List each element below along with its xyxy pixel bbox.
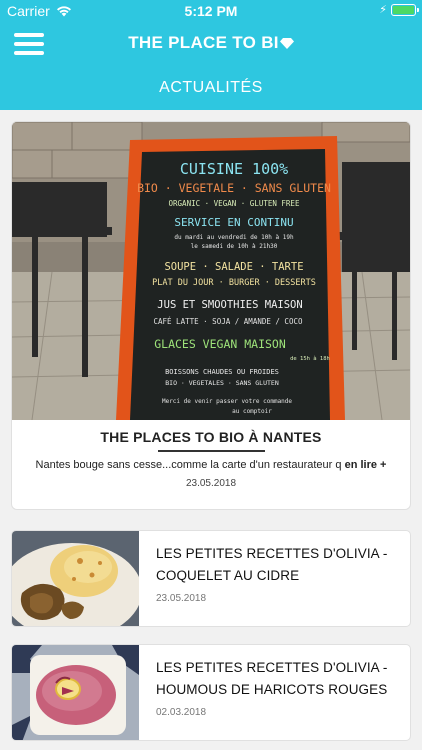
featured-article-image: CUISINE 100% BIO · VEGETALE · SANS GLUTE… bbox=[12, 122, 410, 420]
article-title-line-1: LES PETITES RECETTES D'OLIVIA - bbox=[156, 546, 388, 561]
chalk-line-9: JUS ET SMOOTHIES MAISON bbox=[157, 299, 302, 311]
section-title: ACTUALITÉS bbox=[159, 79, 263, 96]
app-title-text: THE PLACE TO BI bbox=[128, 33, 279, 52]
article-thumbnail bbox=[12, 645, 139, 740]
article-text: LES PETITES RECETTES D'OLIVIA - HOUMOUS … bbox=[156, 657, 402, 718]
article-card[interactable]: LES PETITES RECETTES D'OLIVIA - HOUMOUS … bbox=[11, 644, 411, 741]
app-title: THE PLACE TO BI bbox=[0, 33, 422, 53]
charging-icon: ⚡ bbox=[379, 4, 387, 16]
chalk-line-13: BOISSONS CHAUDES OU FROIDES bbox=[165, 368, 279, 376]
article-date: 02.03.2018 bbox=[156, 707, 207, 718]
chalk-line-11: GLACES VEGAN MAISON bbox=[154, 337, 286, 351]
excerpt-text: Nantes bouge sans cesse...comme la carte… bbox=[35, 459, 342, 471]
chalk-line-6: le samedi de 10h à 21h30 bbox=[191, 243, 278, 250]
status-right: ⚡ bbox=[379, 4, 419, 16]
title-underline bbox=[158, 450, 265, 452]
chalk-line-12: de 15h à 18h bbox=[290, 355, 330, 362]
article-card[interactable]: LES PETITES RECETTES D'OLIVIA - COQUELET… bbox=[11, 530, 411, 627]
battery-icon bbox=[391, 4, 419, 16]
chalk-line-3: ORGANIC · VEGAN · GLUTEN FREE bbox=[169, 199, 300, 208]
article-title-line-2: HOUMOUS DE HARICOTS ROUGES bbox=[156, 682, 388, 697]
featured-article-card[interactable]: CUISINE 100% BIO · VEGETALE · SANS GLUTE… bbox=[11, 121, 411, 510]
status-time: 5:12 PM bbox=[184, 3, 238, 19]
chalk-line-16: au comptoir bbox=[232, 408, 272, 415]
app-header: THE PLACE TO BI ACTUALITÉS bbox=[0, 22, 422, 110]
chalk-line-5: du mardi au vendredi de 10h à 19h bbox=[174, 234, 294, 241]
featured-article-date: 23.05.2018 bbox=[185, 478, 237, 489]
chalk-line-10: CAFÉ LATTE · SOJA / AMANDE / COCO bbox=[153, 317, 302, 326]
chalk-line-15: Merci de venir passer votre commande bbox=[162, 398, 292, 405]
chalk-line-4: SERVICE EN CONTINU bbox=[174, 216, 293, 229]
article-title-line-2: COQUELET AU CIDRE bbox=[156, 568, 300, 583]
featured-article-excerpt: Nantes bouge sans cesse...comme la carte… bbox=[12, 459, 410, 471]
chalk-line-1: CUISINE 100% bbox=[180, 160, 288, 178]
chalk-line-2: BIO · VEGETALE · SANS GLUTEN bbox=[137, 181, 331, 195]
article-title: LES PETITES RECETTES D'OLIVIA - COQUELET… bbox=[156, 543, 402, 587]
article-date: 23.05.2018 bbox=[156, 593, 207, 604]
status-bar: Carrier 5:12 PM ⚡ bbox=[0, 0, 422, 22]
chalk-line-8: PLAT DU JOUR · BURGER · DESSERTS bbox=[152, 278, 316, 288]
article-title-line-1: LES PETITES RECETTES D'OLIVIA - bbox=[156, 660, 388, 675]
chalk-line-14: BIO · VEGETALES · SANS GLUTEN bbox=[165, 379, 279, 387]
featured-article-title: THE PLACES TO BIO À NANTES bbox=[100, 429, 322, 445]
article-title: LES PETITES RECETTES D'OLIVIA - HOUMOUS … bbox=[156, 657, 402, 701]
read-more-link[interactable]: en lire + bbox=[345, 459, 387, 471]
article-text: LES PETITES RECETTES D'OLIVIA - COQUELET… bbox=[156, 543, 402, 604]
article-thumbnail bbox=[12, 531, 139, 626]
diamond-icon bbox=[279, 38, 294, 49]
chalk-line-7: SOUPE · SALADE · TARTE bbox=[164, 261, 303, 273]
